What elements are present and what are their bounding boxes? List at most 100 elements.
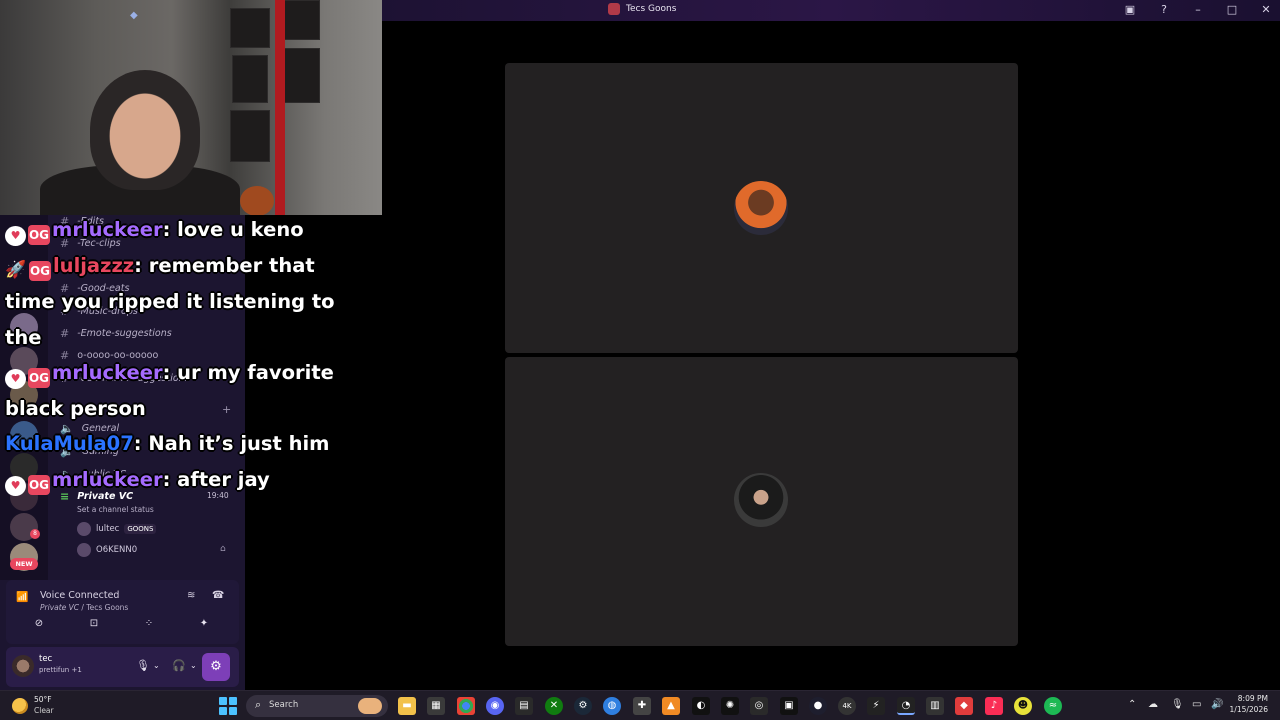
spotify-icon[interactable]: ≈ [1044, 697, 1062, 715]
help-icon[interactable]: ? [1156, 2, 1172, 18]
wall-poster [230, 110, 270, 162]
wall-poster [232, 55, 268, 103]
participant-tile[interactable] [505, 357, 1018, 646]
cloud-icon[interactable]: ☁ [1148, 699, 1158, 710]
app-icon[interactable]: ◎ [750, 697, 768, 715]
channel-status-link[interactable]: Set a channel status [77, 505, 154, 514]
vc-member[interactable]: O6KENN0 [77, 543, 137, 557]
screen-share-icon[interactable]: ▣ [1122, 2, 1138, 18]
chrome-icon[interactable] [457, 697, 475, 715]
microphone-icon[interactable]: 🎙 [136, 659, 150, 672]
search-placeholder: Search [269, 700, 299, 710]
vc-member[interactable]: lultec GOONS [77, 522, 157, 536]
chevron-down-icon[interactable]: ⌄ [190, 661, 197, 670]
file-explorer-icon[interactable]: ▬ [398, 697, 416, 715]
wall-poster [230, 8, 270, 48]
microsoft-store-icon[interactable]: ▦ [427, 697, 445, 715]
app-icon[interactable]: ▣ [780, 697, 798, 715]
signal-icon[interactable]: 📶 [16, 592, 28, 603]
headphones-icon[interactable]: 🎧 [172, 659, 186, 672]
heart-badge-icon: ♥ [5, 476, 26, 496]
chevron-down-icon[interactable]: ⌄ [153, 661, 160, 670]
new-badge: NEW [10, 558, 38, 570]
member-tag: GOONS [124, 524, 157, 534]
settings-app-icon[interactable]: ✺ [721, 697, 739, 715]
start-button[interactable] [219, 697, 237, 715]
og-badge: OG [28, 368, 50, 388]
activities-icon[interactable]: ⁘ [142, 617, 156, 631]
microphone-icon[interactable]: 🎙 [1171, 699, 1184, 710]
participant-avatar [734, 181, 788, 235]
basketball [240, 186, 274, 215]
chat-username: mrluckeer [52, 218, 163, 241]
title-bar: Tecs Goons ▣ ? – □ ✕ [382, 0, 1280, 21]
chat-text: love u keno [177, 218, 304, 241]
chat-message: 🚀 OG luljazzz: remember that time you ripp… [5, 254, 335, 349]
steam-icon[interactable]: ⚙ [574, 697, 592, 715]
browser-icon[interactable]: ◍ [603, 697, 621, 715]
member-name: O6KENN0 [96, 545, 138, 555]
voice-stage [382, 21, 1280, 690]
soundboard-icon[interactable]: ✦ [197, 617, 211, 631]
display-icon[interactable]: ▭ [1192, 699, 1201, 710]
chat-text: Nah it’s just him [148, 432, 330, 455]
weather-moon-icon[interactable] [12, 698, 28, 714]
og-badge: OG [28, 475, 50, 495]
search-box[interactable]: ⌕ Search [246, 695, 388, 717]
app-icon[interactable]: ◆ [955, 697, 973, 715]
camera-icon: ◆ [130, 10, 138, 21]
discord-icon[interactable]: ◉ [486, 697, 504, 715]
chat-message: ♥ OG mrluckeer: love u keno [5, 212, 304, 248]
title-wrap: Tecs Goons [608, 3, 676, 15]
app-icon[interactable]: ▲ [662, 697, 680, 715]
chat-message: ♥ OG mrluckeer: after jay [5, 462, 270, 498]
chat-text: after jay [177, 468, 270, 491]
app-icon[interactable]: ● [809, 697, 827, 715]
server-icon [608, 3, 620, 15]
camera-off-icon[interactable]: ⊘ [32, 617, 46, 631]
volume-icon[interactable]: 🔊 [1211, 699, 1223, 710]
maximize-icon[interactable]: □ [1224, 2, 1240, 18]
minimize-icon[interactable]: – [1190, 2, 1206, 18]
window-title: Tecs Goons [626, 4, 677, 14]
app-icon[interactable]: ◐ [692, 697, 710, 715]
voice-location: Private VC / Tecs Goons [40, 603, 129, 612]
weather-temp[interactable]: 50°F [34, 695, 52, 704]
app-icon[interactable]: ▥ [926, 697, 944, 715]
clock-date[interactable]: 1/15/2026 [1226, 705, 1268, 714]
og-badge: OG [29, 261, 51, 281]
music-icon[interactable]: ♪ [985, 697, 1003, 715]
clock-time[interactable]: 8:09 PM [1226, 694, 1268, 703]
close-icon[interactable]: ✕ [1258, 2, 1274, 18]
noise-suppression-icon[interactable]: ≋ [187, 590, 195, 601]
webcam-feed: ◆ [0, 0, 382, 215]
voice-server-name: Tecs Goons [86, 603, 129, 612]
og-badge: OG [28, 225, 50, 245]
avatar[interactable] [12, 655, 34, 677]
heart-badge-icon: ♥ [5, 226, 26, 246]
voice-connected-panel: 📶 Voice Connected Private VC / Tecs Goon… [6, 580, 239, 644]
app-icon[interactable]: ⚡ [867, 697, 885, 715]
app-icon[interactable]: ☻ [1014, 697, 1032, 715]
xbox-icon[interactable]: ✕ [545, 697, 563, 715]
member-name: lultec [96, 524, 120, 534]
streamer-face [90, 70, 200, 190]
active-app-icon[interactable]: ◔ [897, 697, 915, 715]
unread-count-badge: 8 [30, 529, 40, 539]
participant-tile[interactable] [505, 63, 1018, 353]
weather-condition[interactable]: Clear [34, 706, 54, 715]
4k-app-icon[interactable]: 4K [838, 697, 856, 715]
app-icon[interactable]: ✚ [633, 697, 651, 715]
screen-share-icon[interactable]: ⊡ [87, 617, 101, 631]
username: tec [39, 654, 53, 664]
chat-username: mrluckeer [52, 468, 163, 491]
search-icon: ⌕ [255, 698, 262, 711]
avatar [77, 543, 91, 557]
chat-message: ♥ OG mrluckeer: ur my favorite black perso… [5, 361, 334, 420]
chat-username: KulaMula07 [5, 432, 134, 455]
disconnect-icon[interactable]: ☎ [212, 590, 224, 601]
chevron-up-icon[interactable]: ⌃ [1128, 699, 1136, 710]
voice-status: Voice Connected [40, 590, 120, 601]
gear-icon[interactable]: ⚙ [202, 653, 230, 681]
app-icon[interactable]: ▤ [515, 697, 533, 715]
